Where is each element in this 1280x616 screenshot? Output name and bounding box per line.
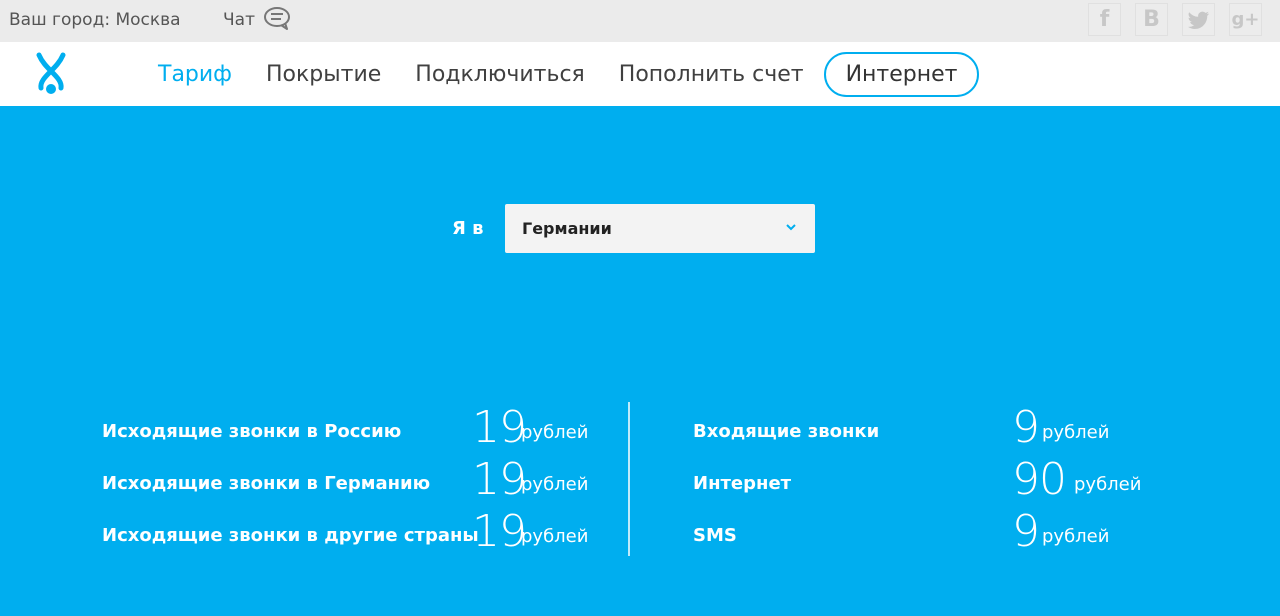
rate-amount-sms: 9 [1012, 506, 1040, 557]
rate-amount-outgoing-germany: 19 [472, 454, 527, 505]
country-selector-label: Я в [452, 218, 484, 239]
rate-label-outgoing-other: Исходящие звонки в другие страны [102, 525, 479, 546]
rates-divider [628, 402, 630, 556]
nav-connect[interactable]: Подключиться [415, 62, 585, 87]
yota-logo-icon[interactable] [34, 52, 68, 96]
twitter-icon[interactable] [1182, 3, 1215, 36]
country-select[interactable]: Германии [505, 204, 815, 253]
twitter-bird-icon [1187, 11, 1209, 29]
google-plus-icon[interactable]: g+ [1229, 3, 1262, 36]
chat-bubble-icon [263, 7, 290, 30]
rate-amount-outgoing-other: 19 [472, 506, 527, 557]
chat-label: Чат [223, 10, 255, 30]
country-select-value: Германии [522, 219, 612, 238]
rate-unit-internet: рублей [1074, 474, 1142, 495]
nav-items: Тариф Покрытие Подключиться Пополнить сч… [158, 42, 1013, 106]
rate-unit-sms: рублей [1042, 526, 1110, 547]
nav-topup[interactable]: Пополнить счет [619, 62, 804, 87]
facebook-glyph: f [1099, 7, 1110, 32]
nav-coverage[interactable]: Покрытие [266, 62, 381, 87]
rate-amount-internet: 90 [1012, 454, 1067, 505]
vkontakte-icon[interactable]: B [1135, 3, 1168, 36]
rate-unit-outgoing-other: рублей [521, 526, 589, 547]
rate-label-sms: SMS [693, 525, 737, 546]
vkontakte-glyph: B [1143, 7, 1160, 32]
nav-tariff[interactable]: Тариф [158, 62, 232, 87]
google-plus-glyph: g+ [1231, 9, 1260, 30]
rate-label-internet: Интернет [693, 473, 792, 494]
rate-label-incoming: Входящие звонки [693, 421, 880, 442]
city-selector[interactable]: Ваш город: Москва [9, 10, 181, 30]
rate-label-outgoing-germany: Исходящие звонки в Германию [102, 473, 431, 494]
social-links: f B g+ [1088, 3, 1262, 36]
nav-internet-button[interactable]: Интернет [823, 51, 980, 97]
rate-unit-outgoing-russia: рублей [521, 422, 589, 443]
rate-label-outgoing-russia: Исходящие звонки в Россию [102, 421, 402, 442]
rate-unit-incoming: рублей [1042, 422, 1110, 443]
rate-amount-incoming: 9 [1012, 402, 1040, 453]
rate-unit-outgoing-germany: рублей [521, 474, 589, 495]
chat-link[interactable]: Чат [223, 7, 293, 30]
main-nav: Тариф Покрытие Подключиться Пополнить сч… [0, 42, 1280, 106]
facebook-icon[interactable]: f [1088, 3, 1121, 36]
chevron-down-icon [786, 224, 796, 231]
rate-amount-outgoing-russia: 19 [472, 402, 527, 453]
top-bar: Ваш город: Москва Чат f B g+ [0, 0, 1280, 42]
